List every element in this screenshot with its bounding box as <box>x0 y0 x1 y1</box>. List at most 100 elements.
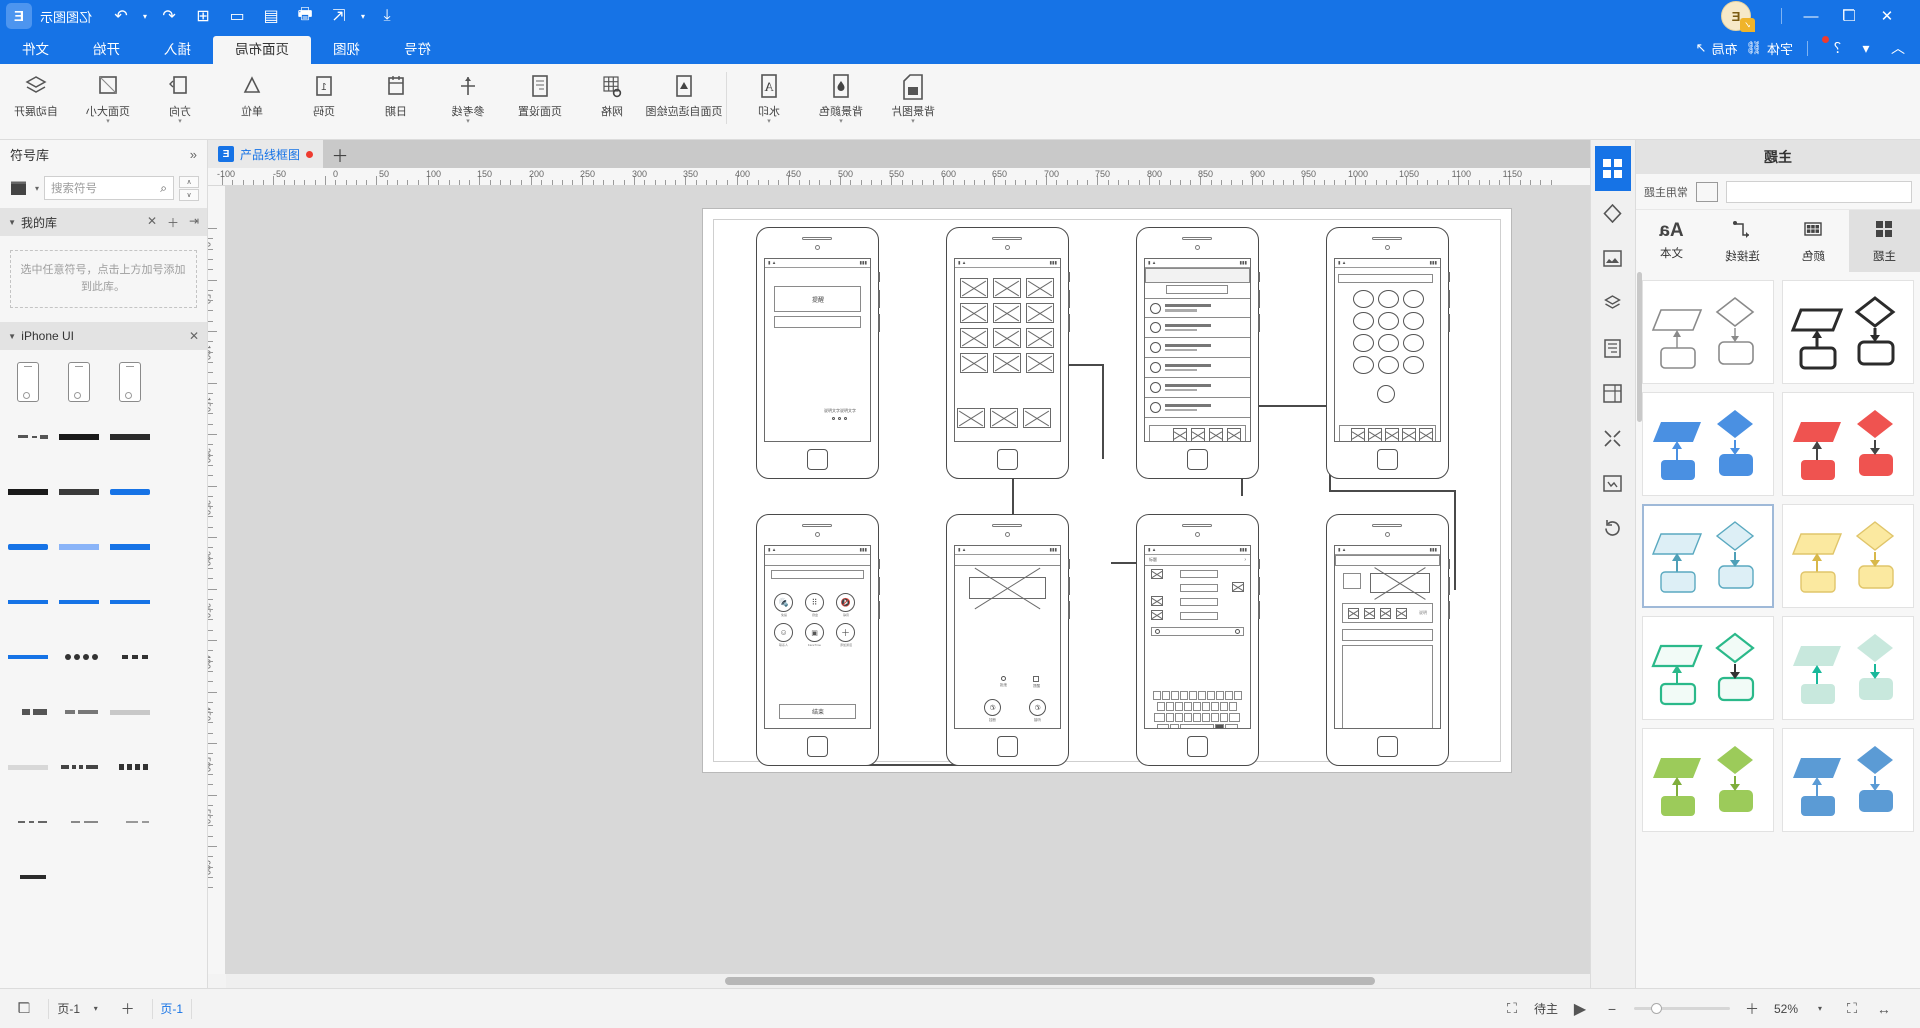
keypad-key[interactable] <box>1378 290 1399 308</box>
list-item[interactable] <box>1145 358 1250 378</box>
search-field[interactable] <box>1338 274 1433 283</box>
mic-key[interactable] <box>1215 724 1224 729</box>
chevron-down-icon[interactable]: ▾ <box>911 118 915 126</box>
tab-icon[interactable] <box>1368 428 1382 442</box>
share-icon[interactable]: ⇱ <box>322 2 356 30</box>
toolbar-icon[interactable] <box>1380 607 1391 619</box>
tab-color[interactable]: 颜色 <box>1778 210 1849 272</box>
key[interactable] <box>1175 702 1184 711</box>
add-symbol-icon[interactable]: ＋ <box>167 214 179 231</box>
document-tab-wireframe[interactable]: E 产品线框图 <box>208 140 324 168</box>
key[interactable] <box>1166 702 1175 711</box>
symbol-item[interactable] <box>55 411 103 463</box>
zoom-caret-icon[interactable]: ▾ <box>1804 996 1836 1022</box>
library-icon[interactable] <box>8 178 30 198</box>
symbol-item[interactable] <box>106 631 154 683</box>
key[interactable] <box>1229 702 1238 711</box>
key[interactable] <box>1193 713 1202 722</box>
alert-dialog[interactable]: 提醒 <box>774 286 861 312</box>
phone-keyboard[interactable]: ▮▮▮ ▲ ▮ 标题 › <box>1136 514 1260 766</box>
key[interactable] <box>1162 691 1170 700</box>
theme-cell-selected[interactable] <box>1642 504 1774 608</box>
section-iphone-ui[interactable]: ▼ iPhone UI ✕ <box>0 322 207 350</box>
collapse-ribbon-icon[interactable]: ︿ <box>1882 35 1914 61</box>
theme-cell[interactable] <box>1642 728 1774 832</box>
key[interactable] <box>1189 691 1197 700</box>
symbol-item[interactable] <box>55 466 103 518</box>
date-button[interactable]: 日期 <box>360 64 432 136</box>
home-button[interactable] <box>1377 736 1398 757</box>
keypad-key[interactable] <box>1403 334 1424 352</box>
chevron-down-icon[interactable]: ▾ <box>106 118 110 126</box>
canvas-page[interactable]: ▮▮▮ ▲ ▮ ▮▮▮ ▲ ▮ ▮▮▮ ▲ ▮ ▮▮▮ ▲ ▮ 提醒 说明文字说… <box>702 208 1512 773</box>
toolbar-icon[interactable] <box>1348 607 1359 619</box>
chevron-right-icon[interactable]: › <box>1244 557 1246 563</box>
symbol-item[interactable] <box>106 356 154 408</box>
theme-cell[interactable] <box>1782 504 1914 608</box>
page-menu-caret-icon[interactable]: ▾ <box>80 996 112 1022</box>
import-icon[interactable]: ⇥ <box>189 214 199 231</box>
chevron-down-icon[interactable]: ▾ <box>466 118 470 126</box>
presentation-icon[interactable]: ◀ <box>1564 996 1596 1022</box>
canvas-hscrollbar[interactable] <box>226 974 1590 988</box>
search-next-button[interactable]: ∨ <box>179 188 199 201</box>
grid-button[interactable]: 网格 <box>576 64 648 136</box>
mute-button[interactable]: 🔇 <box>836 593 855 612</box>
key[interactable] <box>1216 691 1224 700</box>
notification-icon[interactable]: ？ <box>1818 35 1850 61</box>
rail-image[interactable] <box>1595 236 1631 281</box>
fit-width-icon[interactable]: ↔ <box>1868 996 1900 1022</box>
unit-button[interactable]: 单位 <box>216 64 288 136</box>
input-row[interactable] <box>1180 598 1218 606</box>
accept-call-button[interactable]: ✆ <box>1029 699 1046 716</box>
key[interactable] <box>1207 691 1215 700</box>
side-button-card[interactable] <box>1343 573 1361 589</box>
redo-icon[interactable]: ↷ <box>104 2 138 30</box>
toolbar-icon[interactable] <box>1396 607 1407 619</box>
symbol-item[interactable] <box>106 741 154 793</box>
symbol-item[interactable] <box>106 466 154 518</box>
symbol-item[interactable] <box>4 686 52 738</box>
space-key[interactable] <box>1180 724 1214 729</box>
background-image-button[interactable]: 背景图片 ▾ <box>877 64 949 136</box>
return-key[interactable] <box>1225 724 1238 729</box>
rail-layers[interactable] <box>1595 281 1631 326</box>
theme-cell[interactable] <box>1782 728 1914 832</box>
screen[interactable]: ▮▮▮ ▲ ▮ 提醒 说明文字说明文字 <box>764 258 871 442</box>
chevron-down-icon[interactable]: ▾ <box>767 118 771 126</box>
home-button[interactable] <box>1377 449 1398 470</box>
end-call-button[interactable]: 结束 <box>779 704 856 719</box>
page-indicator[interactable]: 页-1 <box>161 1000 184 1017</box>
toolbar-icon[interactable] <box>1364 607 1375 619</box>
tab-theme[interactable]: 主题 <box>1849 210 1920 272</box>
symbol-item[interactable] <box>55 796 103 848</box>
theme-cell[interactable] <box>1642 616 1774 720</box>
section-my-library[interactable]: ▼ 我的库 ✕ ＋ ⇥ <box>0 208 207 236</box>
smart-guides-button[interactable]: 参考线 ▾ <box>432 64 504 136</box>
phone-photo-grid[interactable]: ▮▮▮ ▲ ▮ <box>946 227 1070 479</box>
phone-alert[interactable]: ▮▮▮ ▲ ▮ 提醒 说明文字说明文字 <box>756 227 880 479</box>
key[interactable] <box>1157 702 1166 711</box>
symbol-item[interactable] <box>55 631 103 683</box>
tab-icon[interactable] <box>1402 428 1416 442</box>
layout-tool[interactable]: 布局 ↗ <box>1696 39 1738 58</box>
photo-thumb[interactable] <box>1026 303 1054 323</box>
list-item[interactable] <box>1145 318 1250 338</box>
export-icon[interactable]: ⤓ <box>370 2 404 30</box>
tab-file[interactable]: 文件 <box>0 36 71 64</box>
contacts-button[interactable]: ☺ <box>774 623 793 642</box>
keypad-button[interactable]: ⠿ <box>805 593 824 612</box>
symbol-item[interactable] <box>106 796 154 848</box>
keypad-key[interactable] <box>1353 334 1374 352</box>
tab-icon[interactable] <box>1191 428 1205 442</box>
auto-layout-button[interactable]: 自动展开 <box>0 64 72 136</box>
search-prev-button[interactable]: ∧ <box>179 175 199 188</box>
key[interactable] <box>1184 702 1193 711</box>
input-row[interactable] <box>1180 570 1218 578</box>
add-call-button[interactable]: ＋ <box>836 623 855 642</box>
thumb[interactable] <box>1232 582 1244 592</box>
chevron-down-icon[interactable]: ▼ <box>8 218 16 227</box>
watermark-button[interactable]: A 水印 ▾ <box>733 64 805 136</box>
key[interactable] <box>1175 713 1184 722</box>
tab-connector[interactable]: 连接线 <box>1707 210 1778 272</box>
